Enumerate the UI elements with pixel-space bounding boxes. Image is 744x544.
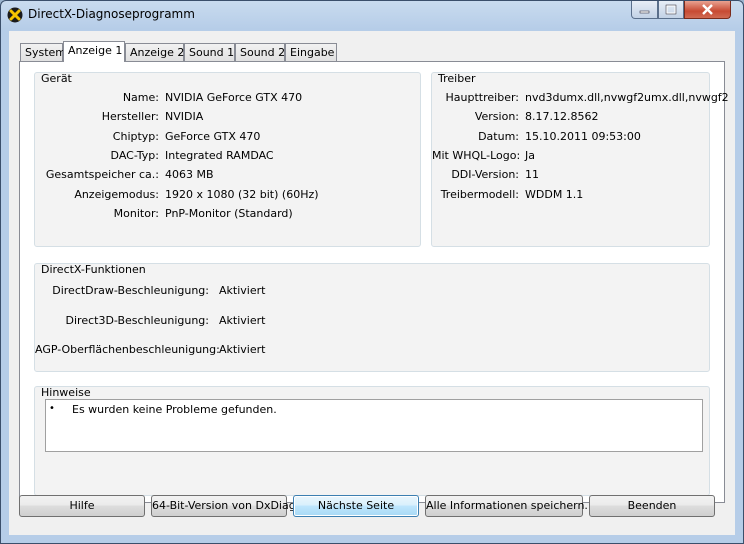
title-bar[interactable]: DirectX-Diagnoseprogramm — [1, 1, 743, 29]
next-page-button[interactable]: Nächste Seite — [293, 495, 419, 517]
tab-sound-1[interactable]: Sound 1 — [184, 43, 235, 61]
device-value: GeForce GTX 470 — [165, 130, 261, 143]
features-group-title: DirectX-Funktionen — [41, 263, 146, 276]
tab-system[interactable]: System — [20, 43, 66, 61]
tab-anzeige-1[interactable]: Anzeige 1 — [63, 41, 125, 62]
notes-textbox[interactable]: • Es wurden keine Probleme gefunden. — [45, 399, 703, 452]
driver-value: 11 — [525, 168, 539, 181]
device-label: Gesamtspeicher ca.: — [45, 168, 159, 181]
device-value: 4063 MB — [165, 168, 214, 181]
client-area: System Anzeige 1 Anzeige 2 Sound 1 Sound… — [9, 31, 735, 535]
driver-group-title: Treiber — [438, 72, 476, 85]
feature-value: Aktiviert — [219, 343, 266, 356]
device-label: Chiptyp: — [112, 130, 159, 143]
tab-eingabe[interactable]: Eingabe — [285, 43, 337, 61]
feature-label: Direct3D-Beschleunigung: — [65, 314, 209, 327]
device-label: Hersteller: — [101, 110, 159, 123]
tab-sound-2[interactable]: Sound 2 — [235, 43, 285, 61]
dxdiag-window: DirectX-Diagnoseprogramm System Anzeige … — [0, 0, 744, 544]
minimize-button[interactable] — [631, 1, 658, 19]
minimize-icon — [639, 10, 650, 14]
device-value: Integrated RAMDAC — [165, 149, 274, 162]
maximize-button[interactable] — [658, 1, 684, 19]
feature-value: Aktiviert — [219, 314, 266, 327]
directx-app-icon — [7, 7, 23, 23]
exit-button[interactable]: Beenden — [589, 495, 715, 517]
feature-value: Aktiviert — [219, 284, 266, 297]
driver-label: Datum: — [478, 130, 519, 143]
driver-label: DDI-Version: — [451, 168, 519, 181]
device-value: NVIDIA GeForce GTX 470 — [165, 91, 303, 104]
device-value: 1920 x 1080 (32 bit) (60Hz) — [165, 188, 319, 201]
feature-label: AGP-Oberflächenbeschleunigung: — [35, 343, 220, 356]
directx-features-group: DirectX-Funktionen DirectDraw-Beschleuni… — [34, 263, 710, 372]
device-value: PnP-Monitor (Standard) — [165, 207, 293, 220]
note-item: Es wurden keine Probleme gefunden. — [72, 403, 277, 416]
window-title: DirectX-Diagnoseprogramm — [28, 7, 195, 21]
driver-value: 8.17.12.8562 — [525, 110, 599, 123]
driver-label: Version: — [474, 110, 519, 123]
device-label: Anzeigemodus: — [74, 188, 159, 201]
close-button[interactable] — [684, 1, 731, 19]
driver-label: Haupttreiber: — [445, 91, 519, 104]
driver-value: 15.10.2011 09:53:00 — [525, 130, 641, 143]
driver-value: nvd3dumx.dll,nvwgf2umx.dll,nvwgf2 — [525, 91, 729, 104]
driver-group: Treiber Haupttreiber: nvd3dumx.dll,nvwgf… — [431, 72, 729, 247]
notes-group-title: Hinweise — [41, 386, 91, 399]
device-group-title: Gerät — [41, 72, 72, 85]
close-icon — [702, 4, 713, 15]
driver-label: Treibermodell: — [440, 188, 519, 201]
maximize-icon — [665, 4, 677, 15]
device-label: DAC-Typ: — [110, 149, 159, 162]
driver-label: Mit WHQL-Logo: — [432, 149, 521, 162]
device-value: NVIDIA — [165, 110, 204, 123]
tab-panel: Gerät Name: NVIDIA GeForce GTX 470 Herst… — [19, 61, 729, 503]
help-button[interactable]: Hilfe — [19, 495, 145, 517]
driver-value: Ja — [525, 149, 535, 162]
save-all-info-button[interactable]: Alle Informationen speichern... — [425, 495, 595, 517]
note-bullet: • — [49, 403, 55, 414]
driver-value: WDDM 1.1 — [525, 188, 584, 201]
device-label: Monitor: — [113, 207, 159, 220]
tab-anzeige-2[interactable]: Anzeige 2 — [125, 43, 184, 61]
device-label: Name: — [122, 91, 159, 104]
feature-label: DirectDraw-Beschleunigung: — [52, 284, 209, 297]
device-group: Gerät Name: NVIDIA GeForce GTX 470 Herst… — [34, 72, 421, 247]
64bit-version-button[interactable]: 64-Bit-Version von DxDiag — [151, 495, 296, 517]
notes-group: Hinweise • Es wurden keine Probleme gefu… — [34, 386, 710, 496]
